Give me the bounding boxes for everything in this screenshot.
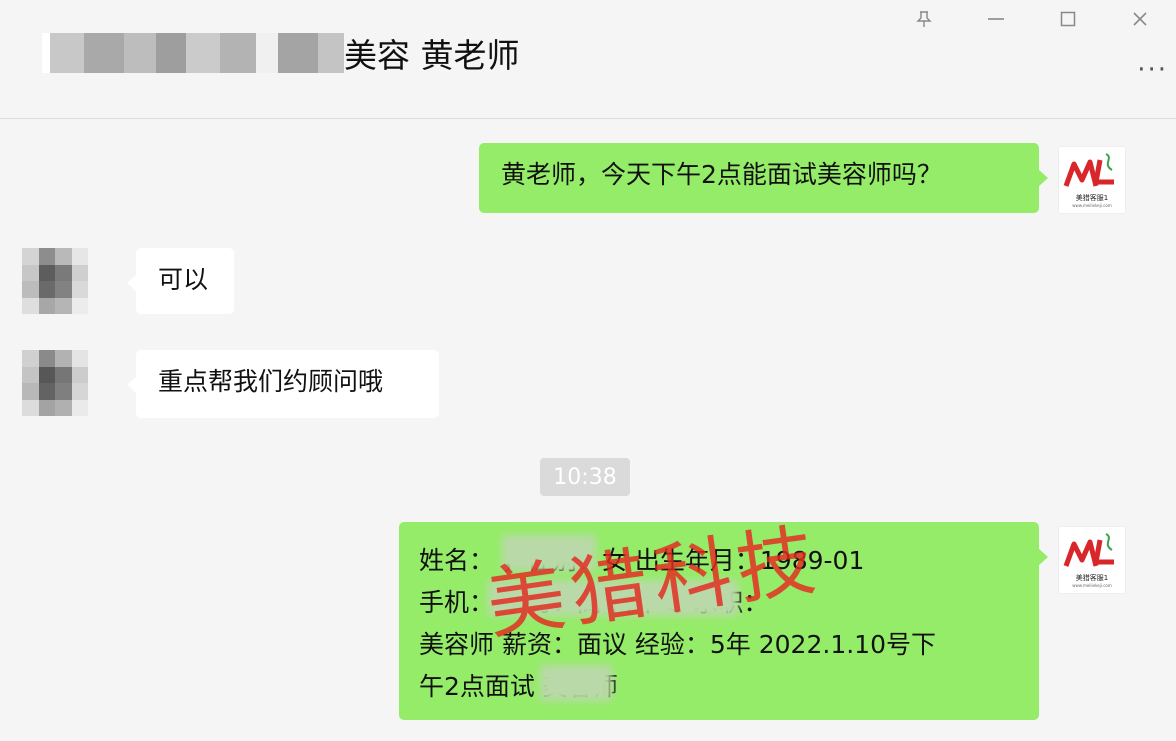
chat-title: 美容 黄老师 bbox=[42, 28, 520, 78]
chat-title-text: 美容 黄老师 bbox=[344, 36, 520, 75]
contact-avatar[interactable] bbox=[22, 248, 88, 314]
maximize-icon[interactable] bbox=[1032, 4, 1104, 34]
close-icon[interactable] bbox=[1104, 4, 1176, 34]
more-options-icon[interactable]: ··· bbox=[1137, 55, 1168, 85]
chat-header: 美容 黄老师 ··· bbox=[0, 0, 1176, 119]
message-bubble-other[interactable]: 可以 bbox=[127, 248, 234, 314]
logo-mark-icon bbox=[1063, 153, 1114, 187]
contact-avatar[interactable] bbox=[22, 350, 88, 416]
self-avatar[interactable]: 美猎客服1 www.meiliekeji.com bbox=[1058, 526, 1126, 594]
redacted-title-mosaic bbox=[42, 33, 344, 73]
self-avatar[interactable]: 美猎客服1 www.meiliekeji.com bbox=[1058, 146, 1126, 214]
logo-subtitle: 美猎客服1 bbox=[1075, 574, 1109, 582]
logo-url: www.meiliekeji.com bbox=[1072, 583, 1112, 588]
pin-icon[interactable] bbox=[888, 4, 960, 34]
message-bubble-self[interactable]: 黄老师，今天下午2点能面试美容师吗？ bbox=[479, 143, 1048, 213]
redaction-mosaic-store bbox=[540, 665, 612, 701]
message-text: 黄老师，今天下午2点能面试美容师吗？ bbox=[501, 160, 942, 189]
message-text: 可以 bbox=[158, 265, 209, 294]
logo-url: www.meiliekeji.com bbox=[1072, 203, 1112, 208]
logo-mark-icon bbox=[1063, 533, 1114, 567]
resume-line: 午2点面试 美容师 bbox=[419, 672, 618, 701]
message-bubble-other[interactable]: 重点帮我们约顾问哦 bbox=[127, 350, 439, 418]
logo-subtitle: 美猎客服1 bbox=[1075, 194, 1109, 202]
message-text: 重点帮我们约顾问哦 bbox=[158, 367, 384, 396]
message-timestamp: 10:38 bbox=[540, 458, 630, 496]
minimize-icon[interactable] bbox=[960, 4, 1032, 34]
